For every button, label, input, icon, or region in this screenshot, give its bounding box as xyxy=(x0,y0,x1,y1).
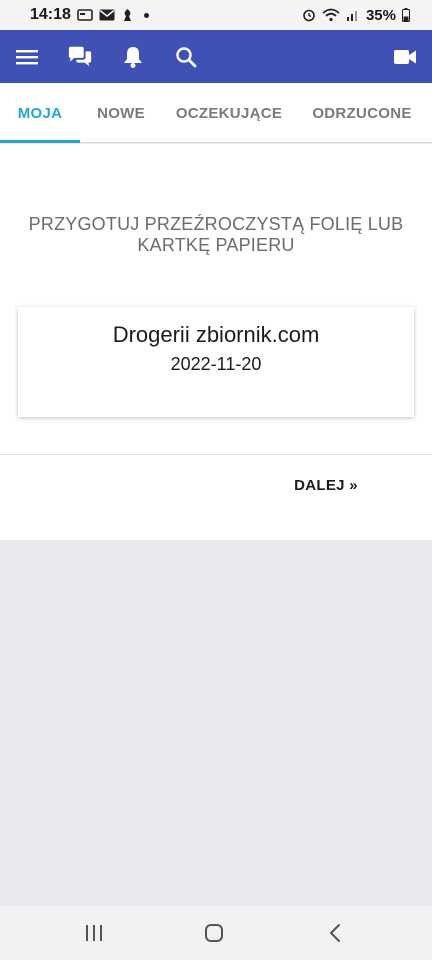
home-icon[interactable] xyxy=(199,918,229,948)
status-left: 14:18 xyxy=(30,6,149,24)
system-nav-bar xyxy=(0,906,432,960)
tab-bar: MOJA NOWE OCZEKUJĄCE ODRZUCONE xyxy=(0,83,432,143)
tab-oczekujace[interactable]: OCZEKUJĄCE xyxy=(162,83,296,143)
mail-icon xyxy=(99,9,115,21)
instruction-text: PRZYGOTUJ PRZEŹROCZYSTĄ FOLIĘ LUB KARTKĘ… xyxy=(28,214,404,255)
video-camera-icon[interactable] xyxy=(392,44,418,70)
more-notifications-dot-icon xyxy=(143,12,149,18)
app-notification-icon xyxy=(121,8,134,22)
bell-icon[interactable] xyxy=(120,44,146,70)
status-right: 35% xyxy=(302,7,410,24)
tab-odrzucone[interactable]: ODRZUCONE xyxy=(296,83,428,143)
app-bar xyxy=(0,30,432,83)
status-bar: 14:18 35% xyxy=(0,0,432,30)
divider xyxy=(0,454,432,455)
store-name: Drogerii zbiornik.com xyxy=(112,322,320,347)
back-icon[interactable] xyxy=(320,918,350,948)
tab-moja[interactable]: MOJA xyxy=(0,83,80,143)
tab-nowe[interactable]: NOWE xyxy=(80,83,162,143)
battery-percent: 35% xyxy=(365,6,396,24)
active-tab-indicator xyxy=(0,140,80,143)
menu-icon[interactable] xyxy=(14,44,40,70)
status-time: 14:18 xyxy=(30,6,71,23)
next-button[interactable]: DALEJ » xyxy=(286,470,366,500)
battery-icon xyxy=(402,8,410,22)
store-card[interactable]: Drogerii zbiornik.com 2022-11-20 xyxy=(18,307,414,417)
chat-icon[interactable] xyxy=(67,44,93,70)
main-content: PRZYGOTUJ PRZEŹROCZYSTĄ FOLIĘ LUB KARTKĘ… xyxy=(0,144,432,540)
signal-icon xyxy=(346,8,360,22)
alarm-icon xyxy=(302,8,316,22)
search-icon[interactable] xyxy=(173,44,199,70)
store-date: 2022-11-20 xyxy=(170,354,262,374)
card-notification-icon xyxy=(77,9,93,21)
recent-apps-icon[interactable] xyxy=(79,918,109,948)
wifi-icon xyxy=(322,8,340,22)
